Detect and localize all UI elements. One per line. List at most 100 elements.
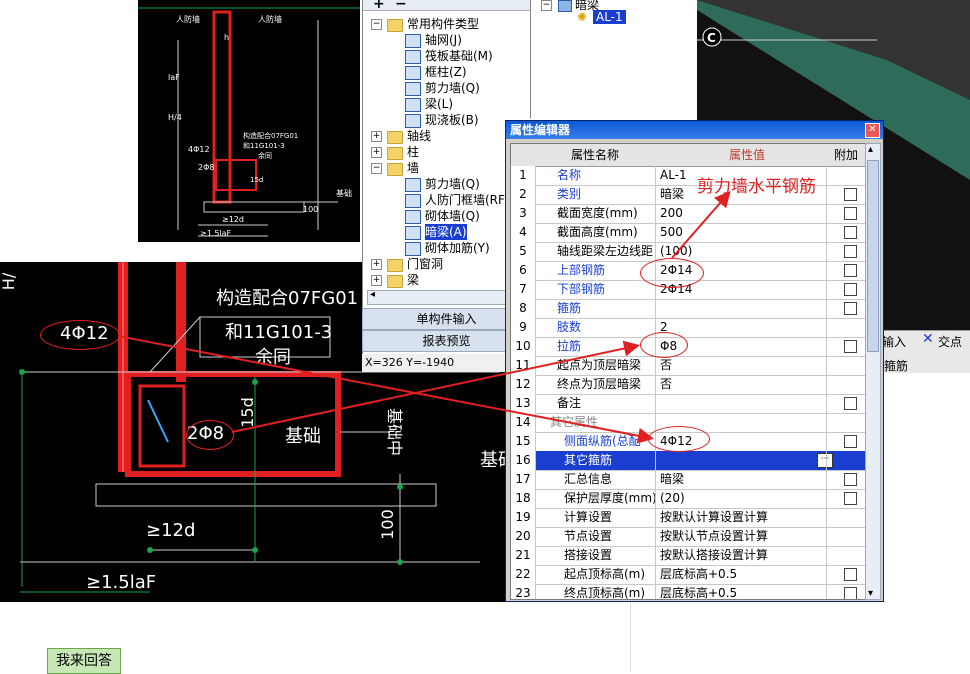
component-icon xyxy=(405,114,421,128)
property-value[interactable] xyxy=(657,394,827,413)
row-number: 21 xyxy=(511,546,536,565)
layer-child-label[interactable]: AL-1 xyxy=(593,10,626,24)
property-value[interactable]: 层底标高+0.5 xyxy=(657,565,827,584)
input-tool-label[interactable]: 输入 xyxy=(882,333,906,350)
tree-item-label[interactable]: 剪力墙(Q) xyxy=(425,176,480,192)
answer-button[interactable]: 我来回答 xyxy=(47,648,121,674)
tree-item-label[interactable]: 剪力墙(Q) xyxy=(425,80,480,96)
tree-item-label[interactable]: 柱 xyxy=(407,144,419,160)
property-value[interactable]: 500 xyxy=(657,223,827,242)
property-row[interactable]: 22 起点顶标高(m) 层底标高+0.5 xyxy=(511,565,865,585)
add-checkbox[interactable] xyxy=(844,302,857,315)
property-row[interactable]: 23 终点顶标高(m) 层底标高+0.5 xyxy=(511,584,865,599)
close-icon[interactable]: ✕ xyxy=(865,123,880,138)
property-row[interactable]: 19 计算设置 按默认计算设置计算 xyxy=(511,508,865,528)
property-name: 其它属性 xyxy=(536,413,656,432)
add-cell xyxy=(828,223,865,242)
property-value[interactable]: 层底标高+0.5 xyxy=(657,584,827,599)
property-value[interactable]: 200 xyxy=(657,204,827,223)
property-value[interactable]: 暗梁 xyxy=(657,470,827,489)
property-row[interactable]: 4 截面高度(mm) 500 xyxy=(511,223,865,243)
add-checkbox[interactable] xyxy=(844,435,857,448)
tree-expander[interactable]: + xyxy=(371,259,382,270)
property-value[interactable]: 否 xyxy=(657,375,827,394)
property-value[interactable] xyxy=(657,299,827,318)
add-cell xyxy=(828,584,865,599)
property-value[interactable]: 按默认计算设置计算 xyxy=(657,508,827,527)
scroll-thumb[interactable] xyxy=(867,160,879,352)
property-row[interactable]: 13 备注 xyxy=(511,394,865,414)
tree-expander[interactable]: + xyxy=(371,131,382,142)
property-value[interactable]: 按默认搭接设置计算 xyxy=(657,546,827,565)
remove-icon[interactable]: − xyxy=(395,0,407,12)
add-checkbox[interactable] xyxy=(844,340,857,353)
property-value[interactable]: (20) xyxy=(657,489,827,508)
property-scrollbar[interactable]: ▴ ▾ xyxy=(865,143,881,600)
property-row[interactable]: ··· 16 其它箍筋 xyxy=(511,451,865,471)
add-checkbox[interactable] xyxy=(844,283,857,296)
tree-item-label[interactable]: 框柱(Z) xyxy=(425,64,467,80)
cad-label-12d: ≥12d xyxy=(146,520,196,541)
property-row[interactable]: 5 轴线距梁左边线距 (100) xyxy=(511,242,865,262)
add-checkbox[interactable] xyxy=(844,397,857,410)
header-name: 属性名称 xyxy=(571,148,620,162)
scroll-down-icon[interactable]: ▾ xyxy=(868,588,873,599)
property-row[interactable]: 9 肢数 2 xyxy=(511,318,865,338)
intersect-icon[interactable]: ✕ xyxy=(922,331,934,347)
tree-item-label[interactable]: 砌体加筋(Y) xyxy=(425,240,490,256)
tree-item-label[interactable]: 人防门框墙(RF xyxy=(425,192,505,208)
svg-text:15d: 15d xyxy=(250,176,263,184)
add-cell xyxy=(828,527,865,546)
add-checkbox[interactable] xyxy=(844,226,857,239)
property-value[interactable] xyxy=(657,451,827,470)
tree-item-label[interactable]: 墙 xyxy=(407,160,419,176)
row-number: 1 xyxy=(511,166,536,185)
property-row[interactable]: 21 搭接设置 按默认搭接设置计算 xyxy=(511,546,865,566)
add-checkbox[interactable] xyxy=(844,207,857,220)
header-add: 附加 xyxy=(834,148,859,162)
property-value[interactable]: 否 xyxy=(657,356,827,375)
property-value[interactable]: 2 xyxy=(657,318,827,337)
tree-item-label[interactable]: 砌体墙(Q) xyxy=(425,208,480,224)
tree-expander[interactable]: + xyxy=(371,147,382,158)
add-cell xyxy=(828,508,865,527)
property-table: 属性名称 属性值 附加 1 名称 AL-1 2 类别 暗梁 3 截面宽度(mm) 200 4 截面高… xyxy=(510,143,866,600)
property-row[interactable]: 20 节点设置 按默认节点设置计算 xyxy=(511,527,865,547)
property-row[interactable]: 18 保护层厚度(mm) (20) xyxy=(511,489,865,509)
add-checkbox[interactable] xyxy=(844,245,857,258)
property-row[interactable]: 17 汇总信息 暗梁 xyxy=(511,470,865,490)
property-row[interactable]: 3 截面宽度(mm) 200 xyxy=(511,204,865,224)
property-row[interactable]: 8 箍筋 xyxy=(511,299,865,319)
add-checkbox[interactable] xyxy=(844,264,857,277)
row-number: 18 xyxy=(511,489,536,508)
property-value[interactable]: 按默认节点设置计算 xyxy=(657,527,827,546)
tree-item-label[interactable]: 现浇板(B) xyxy=(425,112,479,128)
property-name: 肢数 xyxy=(536,318,656,337)
tree-item-label[interactable]: 梁 xyxy=(407,272,419,288)
tree-item-label[interactable]: 筏板基础(M) xyxy=(425,48,493,64)
property-row[interactable]: 10 拉筋 Φ8 xyxy=(511,337,865,357)
add-checkbox[interactable] xyxy=(844,492,857,505)
add-checkbox[interactable] xyxy=(844,568,857,581)
add-checkbox[interactable] xyxy=(844,188,857,201)
tree-expander[interactable]: + xyxy=(371,275,382,286)
tree-item-label[interactable]: 门窗洞 xyxy=(407,256,443,272)
tree-item-label[interactable]: 梁(L) xyxy=(425,96,453,112)
add-checkbox[interactable] xyxy=(844,473,857,486)
tree-expander[interactable]: − xyxy=(371,19,382,30)
property-row[interactable]: 12 终点为顶层暗梁否 xyxy=(511,375,865,395)
layer-expander[interactable]: − xyxy=(541,0,552,11)
add-icon[interactable]: + xyxy=(373,0,385,12)
scroll-up-icon[interactable]: ▴ xyxy=(868,144,873,155)
tree-expander[interactable]: − xyxy=(371,163,382,174)
svg-text:和11G101-3: 和11G101-3 xyxy=(243,141,285,150)
tree-scrollbar[interactable]: ◂ ▸ xyxy=(367,289,527,305)
tree-item-label[interactable]: 轴线 xyxy=(407,128,431,144)
tree-item-label[interactable]: 常用构件类型 xyxy=(407,16,479,32)
intersect-tool-label[interactable]: 交点 xyxy=(938,333,962,350)
tree-item-label[interactable]: 暗梁(A) xyxy=(425,224,467,240)
tree-item-label[interactable]: 轴网(J) xyxy=(425,32,462,48)
property-row[interactable]: 11 起点为顶层暗梁否 xyxy=(511,356,865,376)
add-checkbox[interactable] xyxy=(844,587,857,599)
scroll-left-icon[interactable]: ◂ xyxy=(370,289,375,300)
